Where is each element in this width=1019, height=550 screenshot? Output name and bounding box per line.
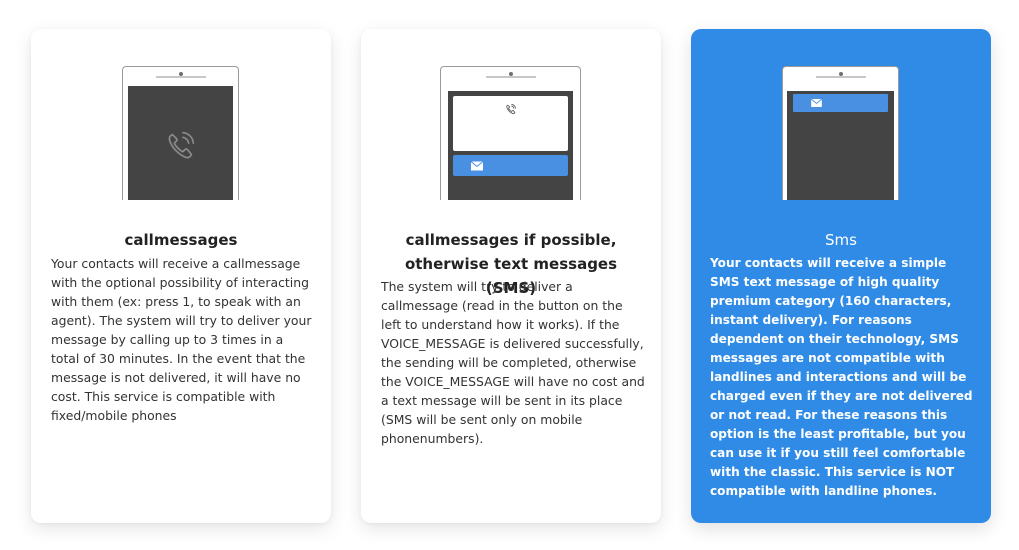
option-card-callmessages-or-sms[interactable]: callmessages if possible, otherwise text… bbox=[361, 29, 661, 523]
phone-call-icon bbox=[505, 104, 516, 115]
sms-message-bar bbox=[793, 94, 888, 112]
option-title: callmessages bbox=[124, 231, 238, 249]
option-description: Your contacts will receive a simple SMS … bbox=[710, 256, 973, 498]
option-card-callmessages[interactable]: callmessages Your contacts will receive … bbox=[31, 29, 331, 523]
option-title: Sms bbox=[825, 231, 857, 249]
delivery-options-page: callmessages Your contacts will receive … bbox=[0, 0, 1019, 550]
phone-illustration bbox=[122, 66, 239, 200]
sms-message-bar bbox=[453, 155, 568, 176]
phone-screen bbox=[787, 91, 894, 200]
mail-icon bbox=[471, 161, 483, 170]
call-message-box bbox=[453, 96, 568, 151]
speaker-slot bbox=[155, 76, 206, 78]
phone-call-icon bbox=[168, 132, 194, 159]
mail-icon bbox=[811, 99, 822, 107]
phone-illustration bbox=[440, 66, 581, 200]
phone-screen bbox=[128, 86, 233, 200]
option-description: Your contacts will receive a callmessage… bbox=[51, 256, 312, 423]
phone-screen bbox=[448, 91, 573, 200]
speaker-slot bbox=[485, 76, 536, 78]
speaker-slot bbox=[815, 76, 866, 78]
phone-illustration bbox=[782, 66, 899, 200]
option-card-sms[interactable]: Sms Your contacts will receive a simple … bbox=[691, 29, 991, 523]
option-description: The system will try to deliver a callmes… bbox=[381, 279, 645, 446]
